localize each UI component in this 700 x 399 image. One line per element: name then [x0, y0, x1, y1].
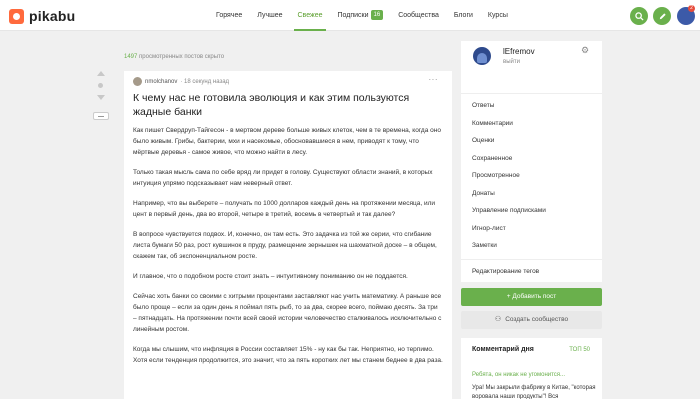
notification-badge: 2 [688, 5, 695, 12]
comment-post-link[interactable]: Ребята, он никак не угомонится... [472, 372, 565, 378]
rating-dot-icon [98, 83, 103, 88]
nav-courses[interactable]: Курсы [488, 0, 508, 31]
nav-blogs[interactable]: Блоги [454, 0, 473, 31]
nav-subscriptions[interactable]: Подписки 16 [337, 0, 384, 31]
post-paragraph: Сейчас хоть банки со своими с хитрыми пр… [133, 293, 442, 333]
post-time: · 18 секунд назад [180, 78, 230, 85]
menu-item-comments[interactable]: Комментарии [461, 115, 602, 133]
author-avatar[interactable] [133, 77, 142, 86]
write-post-button[interactable] [653, 7, 671, 25]
logo-icon [9, 8, 24, 24]
pencil-icon [659, 12, 666, 19]
hidden-posts-note[interactable]: 1497 просмотренных постов скрыто [124, 54, 224, 60]
comment-of-day-title: Комментарий дня [472, 346, 534, 353]
nav-best[interactable]: Лучшее [257, 0, 282, 31]
nav-communities[interactable]: Сообщества [398, 0, 439, 31]
post-paragraph: В вопросе чувствуется подвох. И, конечно… [133, 231, 437, 260]
top-header: pikabu Горячее Лучшее Свежее Подписки 16 … [0, 0, 700, 31]
nav-fresh[interactable]: Свежее [293, 0, 327, 31]
gear-icon[interactable]: ⚙ [581, 45, 589, 56]
logout-link[interactable]: выйти [503, 59, 520, 65]
profile-avatar[interactable] [473, 47, 491, 65]
search-icon [634, 11, 644, 21]
create-community-button[interactable]: ⚇ Создать сообщество [461, 311, 602, 329]
create-community-label: Создать сообщество [505, 316, 569, 323]
nav-hot[interactable]: Горячее [216, 0, 242, 31]
add-post-button[interactable]: + Добавить пост [461, 288, 602, 306]
post-paragraph: Когда мы слышим, что инфляция в России с… [133, 346, 443, 364]
menu-item-ratings[interactable]: Оценки [461, 132, 602, 150]
search-button[interactable] [630, 7, 648, 25]
menu-item-edit-tags[interactable]: Редактирование тегов [461, 263, 602, 281]
profile-menu: Ответы Комментарии Оценки Сохраненное Пр… [461, 93, 602, 282]
nav-subscriptions-label: Подписки [337, 12, 369, 19]
upvote-icon[interactable] [97, 71, 105, 76]
menu-item-replies[interactable]: Ответы [461, 97, 602, 115]
profile-card: lEfremov выйти ⚙ [461, 41, 602, 93]
more-options-icon[interactable]: ··· [429, 75, 439, 84]
downvote-icon[interactable] [97, 95, 105, 100]
post-author[interactable]: nmolchanov [145, 79, 177, 85]
post-paragraph: И главное, что о подобном росте стоит зн… [133, 273, 408, 280]
post-paragraph: Как пишет Свердруп-Тайгесон - в мертвом … [133, 127, 441, 156]
main-nav: Горячее Лучшее Свежее Подписки 16 Сообщес… [216, 0, 523, 31]
collapse-post-button[interactable] [93, 112, 109, 120]
menu-item-saved[interactable]: Сохраненное [461, 150, 602, 168]
hidden-label: просмотренных постов скрыто [139, 54, 225, 60]
logo-text: pikabu [29, 8, 76, 24]
subscriptions-badge: 16 [370, 10, 384, 21]
post-card: nmolchanov · 18 секунд назад ··· К чему … [124, 71, 452, 399]
comment-text: Ура! Мы закрыли фабрику в Китае, "котора… [472, 385, 596, 399]
comment-of-day-card: Комментарий дня ТОП 50 Ребята, он никак … [461, 338, 602, 399]
menu-divider [461, 258, 602, 260]
menu-item-notes[interactable]: Заметки [461, 237, 602, 255]
post-title[interactable]: К чему нас не готовила эволюция и как эт… [133, 91, 433, 119]
post-body: Как пишет Свердруп-Тайгесон - в мертвом … [133, 125, 443, 375]
menu-item-ignore-list[interactable]: Игнор-лист [461, 220, 602, 238]
post-paragraph: Только такая мысль сама по себе вряд ли … [133, 169, 433, 187]
users-icon: ⚇ [494, 316, 502, 323]
menu-item-manage-subscriptions[interactable]: Управление подписками [461, 202, 602, 220]
menu-item-donations[interactable]: Донаты [461, 185, 602, 203]
menu-item-viewed[interactable]: Просмотренное [461, 167, 602, 185]
site-logo[interactable]: pikabu [9, 8, 75, 24]
top-50-link[interactable]: ТОП 50 [569, 347, 590, 353]
post-paragraph: Например, что вы выберете – получать по … [133, 200, 436, 218]
vote-panel [95, 71, 107, 100]
post-meta: nmolchanov · 18 секунд назад [133, 77, 229, 86]
profile-username[interactable]: lEfremov [503, 47, 535, 56]
hidden-count: 1497 [124, 54, 138, 60]
